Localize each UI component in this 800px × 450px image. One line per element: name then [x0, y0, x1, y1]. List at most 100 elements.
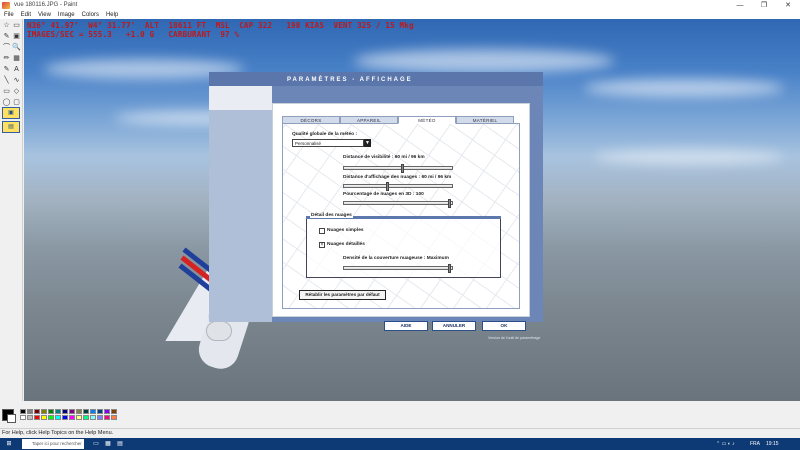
tray-icons[interactable]: ⌃ ▭ ◐ ♪ [716, 440, 735, 448]
color-swatch[interactable] [55, 409, 61, 414]
menu-bar: File Edit View Image Colors Help [0, 10, 800, 19]
help-button[interactable]: AIDE [384, 321, 428, 331]
color-swatch[interactable] [76, 415, 82, 420]
visibility-slider-thumb[interactable] [401, 164, 405, 173]
text-tool-icon[interactable]: A [12, 65, 21, 74]
color-swatch[interactable] [104, 409, 110, 414]
free-select-tool-icon[interactable]: ☆ [2, 21, 11, 30]
color-swatch[interactable] [62, 409, 68, 414]
ellipse-tool-icon[interactable]: ◯ [2, 98, 11, 107]
color-palette [0, 401, 800, 428]
windows-start-icon[interactable]: ⊞ [5, 440, 13, 448]
sky-cloud [354, 49, 614, 73]
color-swatch[interactable] [83, 415, 89, 420]
explorer-taskbar-icon[interactable]: ▤ [116, 440, 124, 448]
curve-tool-icon[interactable]: ∿ [12, 76, 21, 85]
visibility-label: Distance de visibilité : 60 mi / 96 km [343, 155, 425, 160]
line-tool-icon[interactable]: ╲ [2, 76, 11, 85]
window-titlebar: vue 180116.JPG - Paint — ❐ ✕ [0, 0, 800, 10]
eraser-tool-icon[interactable]: ✎ [2, 32, 11, 41]
color-swatch[interactable] [69, 409, 75, 414]
rounded-rect-tool-icon[interactable]: ▢ [12, 98, 21, 107]
simple-clouds-label: Nuages simples [327, 228, 364, 233]
color-swatch[interactable] [20, 415, 26, 420]
aircraft-engine [206, 321, 232, 341]
task-view-icon[interactable]: ▭ [92, 440, 100, 448]
color-swatch[interactable] [27, 415, 33, 420]
maximize-button[interactable]: ❐ [752, 0, 776, 10]
cloud-density-slider-thumb[interactable] [448, 264, 451, 273]
color-swatch[interactable] [90, 415, 96, 420]
color-swatch[interactable] [27, 409, 33, 414]
fill-tool-icon[interactable]: ▣ [12, 32, 21, 41]
chevron-down-icon[interactable]: ▼ [364, 139, 371, 147]
color-swatch[interactable] [20, 409, 26, 414]
tool-option-opaque-icon[interactable]: ▣ [2, 107, 20, 119]
cloud-3d-slider-thumb[interactable] [448, 199, 451, 208]
color-swatch[interactable] [55, 415, 61, 420]
color-swatch[interactable] [76, 409, 82, 414]
color-swatch[interactable] [62, 415, 68, 420]
tab-appareil[interactable]: APPAREIL [340, 116, 398, 124]
tab-decors[interactable]: DÉCORS [282, 116, 340, 124]
simple-clouds-checkbox[interactable] [319, 228, 325, 234]
taskbar-search-input[interactable]: Taper ici pour rechercher [22, 439, 84, 449]
weather-quality-select[interactable]: Personnalisé [292, 139, 364, 147]
minimize-button[interactable]: — [728, 0, 752, 10]
color-swatch[interactable] [48, 415, 54, 420]
cancel-button[interactable]: ANNULER [432, 321, 476, 331]
tray-language[interactable]: FRA [750, 440, 760, 448]
visibility-slider[interactable] [343, 164, 453, 173]
reset-defaults-button[interactable]: Rétablir les paramètres par défaut [299, 290, 386, 300]
cloud-3d-slider[interactable] [343, 199, 453, 208]
tray-clock[interactable]: 19:15 [766, 440, 779, 448]
menu-colors[interactable]: Colors [82, 12, 99, 18]
airbrush-tool-icon[interactable]: ✎ [2, 65, 11, 74]
rect-select-tool-icon[interactable]: ▭ [12, 21, 21, 30]
tool-box: ☆ ▭ ✎ ▣ ⌒ 🔍 ✏ ▦ ✎ A ╲ ∿ ▭ ◇ ◯ ▢ ▣ ▤ [0, 19, 23, 401]
cloud-distance-slider[interactable] [343, 182, 453, 191]
color-swatch[interactable] [41, 415, 47, 420]
dialog-header: PARAMÈTRES - AFFICHAGE [209, 72, 543, 86]
brush-tool-icon[interactable]: ▦ [12, 54, 21, 63]
color-picker-tool-icon[interactable]: ⌒ [2, 43, 11, 52]
pencil-tool-icon[interactable]: ✏ [2, 54, 11, 63]
color-swatch[interactable] [34, 415, 40, 420]
magnifier-tool-icon[interactable]: 🔍 [12, 43, 21, 52]
color-swatch[interactable] [111, 409, 117, 414]
weather-quality-label: Qualité globale de la météo : [292, 132, 358, 137]
sky-cloud [584, 79, 784, 97]
tab-materiel[interactable]: MATÉRIEL [456, 116, 514, 124]
rectangle-tool-icon[interactable]: ▭ [2, 87, 11, 96]
close-button[interactable]: ✕ [776, 0, 800, 10]
menu-image[interactable]: Image [58, 12, 75, 18]
color-swatch[interactable] [97, 409, 103, 414]
color-swatch[interactable] [83, 409, 89, 414]
polygon-tool-icon[interactable]: ◇ [12, 87, 21, 96]
dialog-tabs: DÉCORS APPAREIL MÉTÉO MATÉRIEL [282, 116, 514, 124]
cloud-detail-group-title: Détail des nuages [310, 213, 353, 218]
ok-button[interactable]: OK [482, 321, 526, 331]
color-swatch[interactable] [34, 409, 40, 414]
detailed-clouds-checkbox[interactable]: × [319, 242, 325, 248]
color-swatch[interactable] [90, 409, 96, 414]
color-swatch[interactable] [41, 409, 47, 414]
cloud-distance-slider-thumb[interactable] [385, 182, 389, 191]
paint-taskbar-icon[interactable]: ▦ [104, 440, 112, 448]
color-swatch[interactable] [104, 415, 110, 420]
tab-meteo[interactable]: MÉTÉO [398, 116, 456, 124]
color-swatch[interactable] [48, 409, 54, 414]
menu-view[interactable]: View [38, 12, 51, 18]
sky-cloud [594, 149, 784, 165]
tool-option-transparent-icon[interactable]: ▤ [2, 121, 20, 133]
background-color[interactable] [7, 414, 16, 423]
hud-position-readout: N36° 41.97' W4° 31.77' ALT 18611 FT MSL … [27, 21, 414, 30]
menu-file[interactable]: File [4, 12, 14, 18]
color-swatch[interactable] [69, 415, 75, 420]
menu-help[interactable]: Help [106, 12, 118, 18]
cloud-density-slider[interactable] [343, 264, 453, 273]
dialog-footnote: Version de l'outil de paramétrage [488, 336, 541, 340]
color-swatch[interactable] [111, 415, 117, 420]
menu-edit[interactable]: Edit [21, 12, 31, 18]
color-swatch[interactable] [97, 415, 103, 420]
